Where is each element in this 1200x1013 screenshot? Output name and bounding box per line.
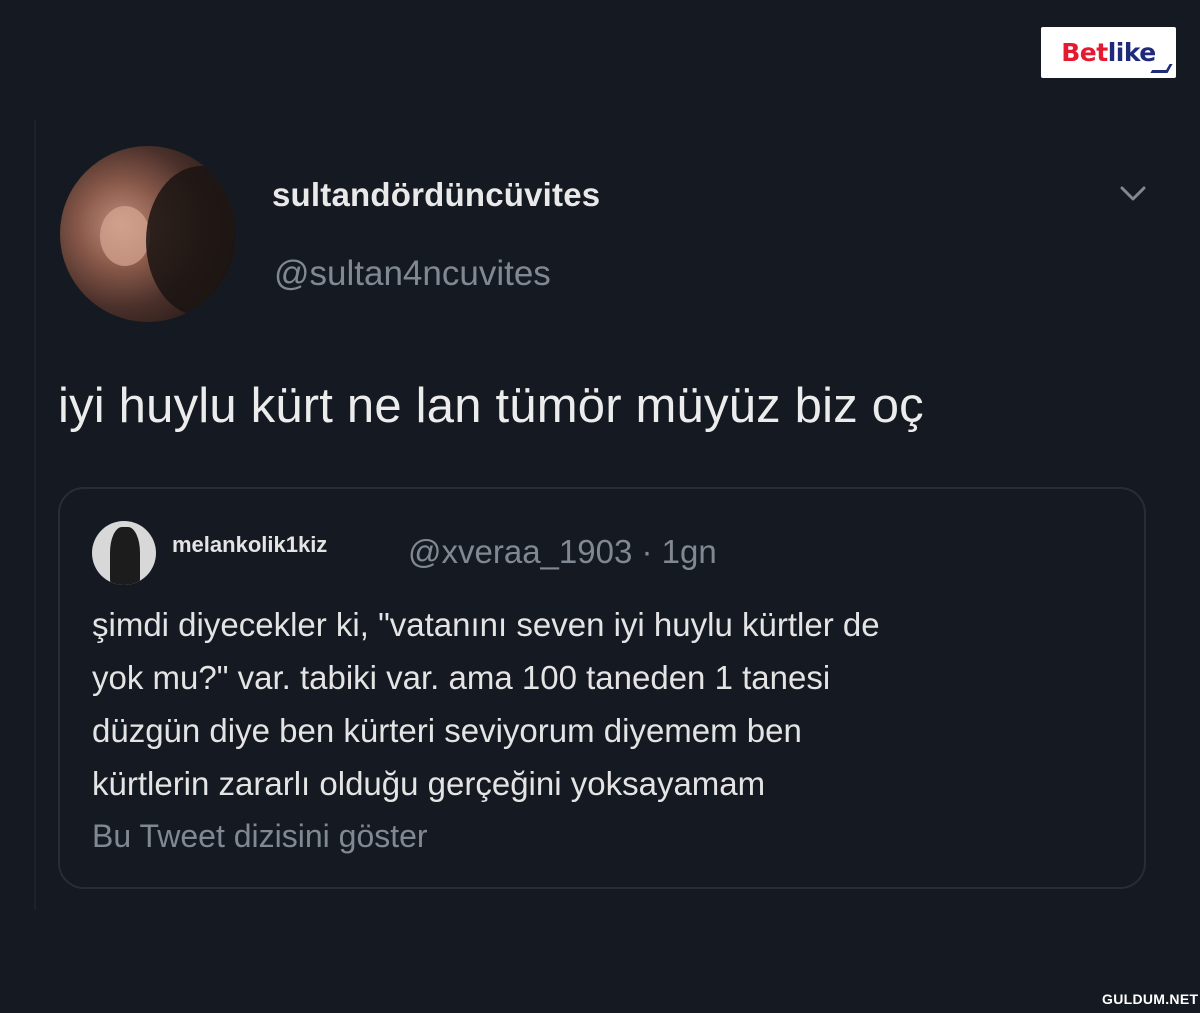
quoted-avatar-figure xyxy=(110,527,140,585)
tweet-display-name[interactable]: sultandördüncüvites xyxy=(272,176,600,214)
quoted-text-line: düzgün diye ben kürteri seviyorum diyeme… xyxy=(92,712,802,749)
avatar-face xyxy=(100,206,150,266)
logo-swoosh-icon xyxy=(1150,64,1173,73)
chevron-down-icon[interactable] xyxy=(1118,178,1148,208)
quoted-text-line: kürtlerin zararlı olduğu gerçeğini yoksa… xyxy=(92,765,766,802)
quoted-avatar[interactable] xyxy=(92,521,156,585)
quoted-text-line: yok mu?" var. tabiki var. ama 100 tanede… xyxy=(92,659,831,696)
show-thread-link[interactable]: Bu Tweet dizisini göster xyxy=(92,818,428,855)
logo-text: Betlike xyxy=(1061,38,1156,67)
quoted-display-name[interactable]: melankolik1kiz xyxy=(172,532,327,558)
quoted-tweet-text: şimdi diyecekler ki, "vatanını seven iyi… xyxy=(92,598,1122,810)
avatar[interactable] xyxy=(60,146,236,322)
frame-divider xyxy=(34,120,36,910)
avatar-shadow xyxy=(146,166,236,316)
betlike-logo[interactable]: Betlike xyxy=(1041,27,1176,78)
site-watermark: GULDUM.NET xyxy=(1102,991,1199,1007)
tweet-handle[interactable]: @sultan4ncuvites xyxy=(274,254,551,294)
tweet-text: iyi huylu kürt ne lan tümör müyüz biz oç xyxy=(58,379,924,433)
quoted-text-line: şimdi diyecekler ki, "vatanını seven iyi… xyxy=(92,606,880,643)
quoted-handle-time: @xveraa_1903 · 1gn xyxy=(408,533,717,570)
